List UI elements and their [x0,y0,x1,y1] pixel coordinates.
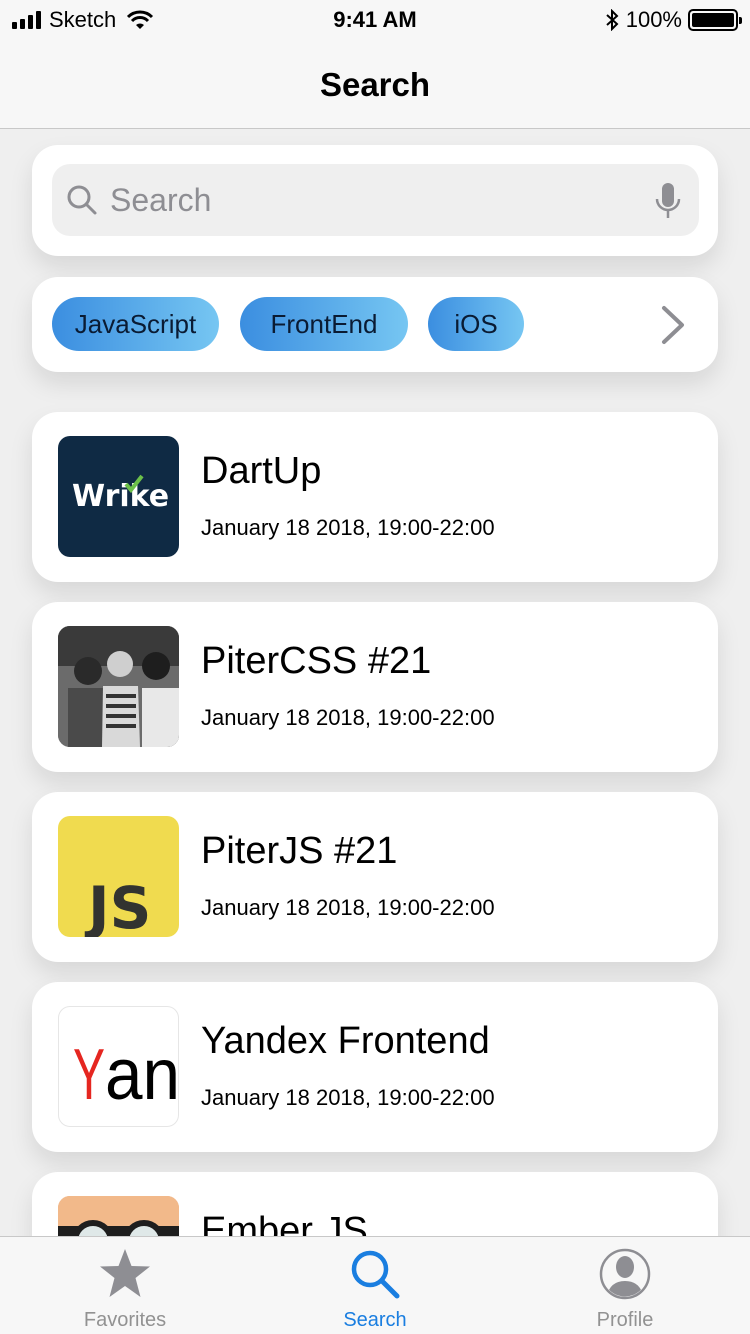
tab-profile[interactable]: Profile [500,1237,750,1334]
js-logo-text: JS [84,874,151,937]
event-date: January 18 2018, 19:00-22:00 [201,1085,495,1110]
profile-icon [599,1248,651,1300]
status-right: 100% [604,7,742,33]
tag-frontend[interactable]: FrontEnd [240,297,408,351]
event-card[interactable]: Wrike DartUp January 18 2018, 19:00-22:0… [32,412,718,582]
tag-ios[interactable]: iOS [428,297,524,351]
tab-label: Favorites [83,1309,167,1331]
tab-bar: Favorites Search Profile [0,1236,750,1334]
bluetooth-icon [606,9,619,31]
chevron-right-icon[interactable] [660,305,686,345]
yandex-logo-icon: Y an [58,1006,179,1127]
tag-javascript[interactable]: JavaScript [52,297,219,351]
page-title: Search [319,66,431,103]
event-title: PiterJS #21 [201,830,398,872]
event-card[interactable]: Y an Yandex Frontend January 18 2018, 19… [32,982,718,1152]
event-title: Yandex Frontend [201,1020,490,1062]
event-date: January 18 2018, 19:00-22:00 [201,705,495,730]
tab-label: Profile [596,1309,654,1331]
event-card[interactable]: JS PiterJS #21 January 18 2018, 19:00-22… [32,792,718,962]
wrike-logo-icon: Wrike [58,436,179,557]
microphone-icon[interactable] [653,181,683,221]
event-card[interactable]: PiterCSS #21 January 18 2018, 19:00-22:0… [32,602,718,772]
tab-favorites[interactable]: Favorites [0,1237,250,1334]
search-card [32,145,718,256]
svg-text:Y: Y [73,1035,105,1115]
battery-percent: 100% [625,7,682,32]
wrike-logo-text: Wrike [72,479,169,514]
svg-text:an: an [105,1035,179,1115]
event-title: PiterCSS #21 [201,640,432,682]
search-icon [67,185,97,215]
star-icon [100,1249,150,1297]
search-box[interactable] [52,164,699,236]
audience-photo-icon [58,626,179,747]
search-icon [351,1250,400,1299]
navigation-bar: Search [0,40,750,129]
event-date: January 18 2018, 19:00-22:00 [201,515,495,540]
search-input[interactable] [110,178,630,222]
tags-card: JavaScript FrontEnd iOS [32,277,718,372]
tab-label: Search [343,1309,407,1331]
battery-icon [688,9,742,31]
event-date: January 18 2018, 19:00-22:00 [201,895,495,920]
event-title: DartUp [201,450,322,492]
tab-search[interactable]: Search [250,1237,500,1334]
js-logo-icon: JS [58,816,179,937]
status-bar: Sketch 9:41 AM 100% [0,0,750,40]
